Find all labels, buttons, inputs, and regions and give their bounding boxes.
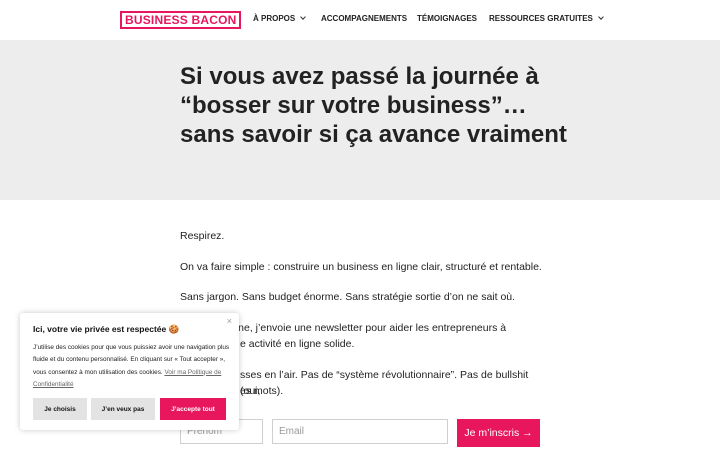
cookie-consent-banner: × Ici, votre vie privée est respectée 🍪 … [20, 313, 239, 430]
chevron-down-icon [300, 14, 307, 20]
page-title: Si vous avez passé la journée à “bosser … [180, 63, 567, 148]
paragraph-sans-jargon: Sans jargon. Sans budget énorme. Sans st… [180, 291, 516, 303]
nav-label: RESSOURCES GRATUITES [489, 14, 593, 23]
paragraph-respirez: Respirez. [180, 230, 225, 242]
email-input[interactable] [272, 419, 448, 444]
paragraph-no-bullshit-line2: es mots). [240, 385, 284, 397]
nav-item-temoignages[interactable]: TÉMOIGNAGES [417, 14, 477, 23]
nav-label: À PROPOS [253, 14, 296, 23]
nav-label: TÉMOIGNAGES [417, 14, 478, 23]
accept-all-cookies-button[interactable]: J’accepte tout [160, 398, 226, 420]
cookie-description: J’utilise des cookies pour que vous puis… [33, 342, 233, 392]
paragraph-newsletter-line2: e activité en ligne solide. [240, 338, 355, 350]
choose-cookies-button[interactable]: Je choisis [33, 398, 87, 420]
site-logo[interactable]: BUSINESS BACON [120, 11, 242, 29]
nav-item-accompagnements[interactable]: ACCOMPAGNEMENTS [321, 14, 407, 23]
hero-section: Si vous avez passé la journée à “bosser … [0, 40, 720, 200]
paragraph-intro: On va faire simple : construire un busin… [180, 261, 542, 273]
cookie-title: Ici, votre vie privée est respectée 🍪 [33, 324, 180, 334]
refuse-cookies-button[interactable]: J’en veux pas [91, 398, 155, 420]
site-header: BUSINESS BACON À PROPOS ACCOMPAGNEMENTS … [0, 0, 720, 40]
subscribe-button[interactable]: Je m’inscris → [457, 419, 540, 447]
nav-label: ACCOMPAGNEMENTS [321, 14, 408, 23]
close-icon[interactable]: × [227, 316, 232, 326]
nav-item-a-propos[interactable]: À PROPOS [253, 14, 307, 23]
nav-item-ressources-gratuites[interactable]: RESSOURCES GRATUITES [489, 14, 604, 23]
paragraph-newsletter-line1: nine, j’envoie une newsletter pour aider… [230, 322, 507, 334]
chevron-down-icon [598, 14, 604, 20]
